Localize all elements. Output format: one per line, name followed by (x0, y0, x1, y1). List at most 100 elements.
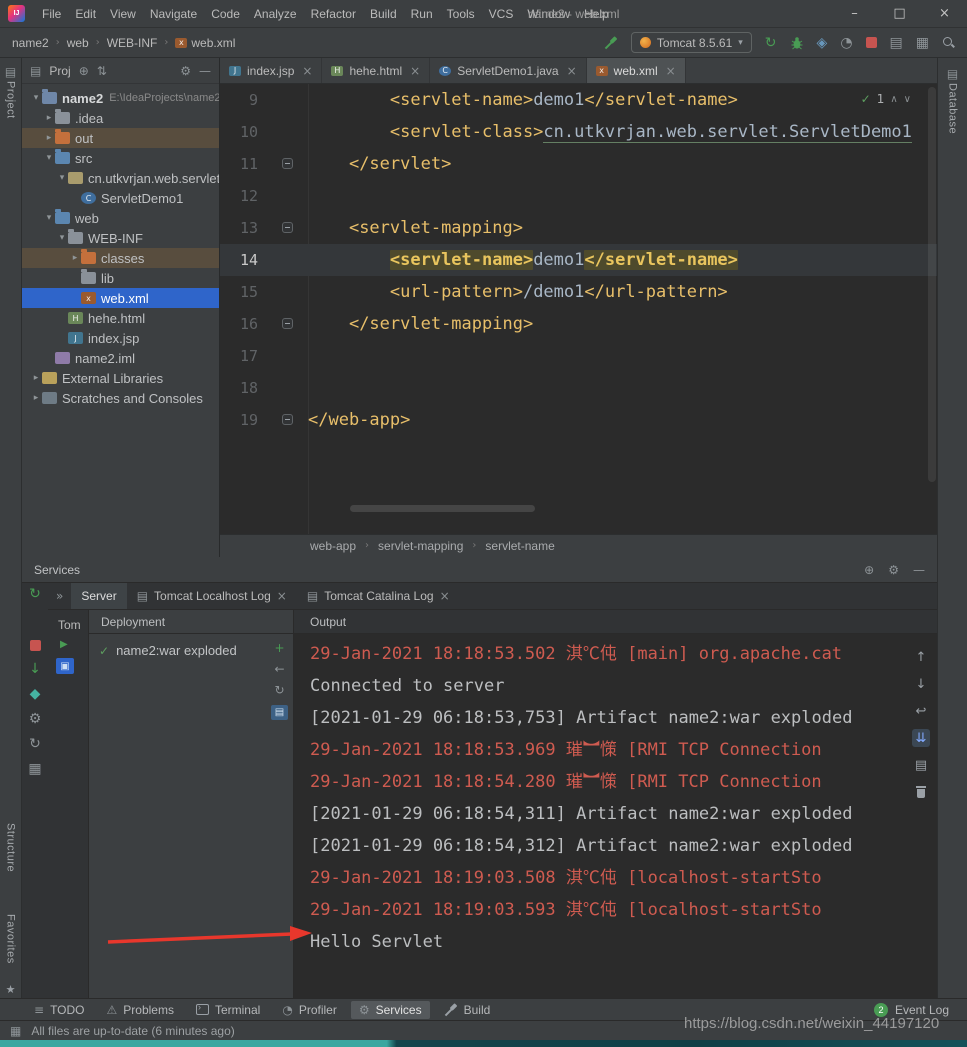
code-line-19[interactable]: 19</web-app> (220, 404, 937, 436)
tree-chevron-icon[interactable]: ▾ (30, 93, 42, 103)
code-line-18[interactable]: 18 (220, 372, 937, 404)
editor-tab-hehe-html[interactable]: hehe.html× (322, 58, 430, 83)
fold-marker-icon[interactable] (282, 222, 293, 233)
tree-chevron-icon[interactable]: ▾ (56, 173, 68, 183)
breadcrumb-item-name2[interactable]: name2 (12, 36, 49, 50)
code-line-11[interactable]: 11 </servlet> (220, 148, 937, 180)
code-line-17[interactable]: 17 (220, 340, 937, 372)
gear-icon[interactable]: ⚙ (888, 564, 899, 576)
services-tab-tomcat-catalina-log[interactable]: ▤Tomcat Catalina Log× (297, 583, 460, 609)
group-by-icon[interactable]: ▦ (28, 762, 41, 776)
selected-deployment-node[interactable]: ▣ (56, 658, 74, 674)
code-line-9[interactable]: 9 <servlet-name>demo1</servlet-name> (220, 84, 937, 116)
tree-item-src[interactable]: ▾src (22, 148, 219, 168)
tree-item-idea[interactable]: ▸.idea (22, 108, 219, 128)
menu-analyze[interactable]: Analyze (247, 4, 304, 24)
toolwindow-button-terminal[interactable]: Terminal (188, 1001, 268, 1019)
undeploy-icon[interactable]: ← (274, 663, 284, 675)
tree-item-scratches-and-consoles[interactable]: ▸Scratches and Consoles (22, 388, 219, 408)
close-tab-icon[interactable]: × (410, 64, 420, 78)
editor-tab-web-xml[interactable]: web.xml× (587, 58, 686, 83)
tree-item-name2[interactable]: ▾name2E:\IdeaProjects\name2 (22, 88, 219, 108)
tree-item-hehe-html[interactable]: hehe.html (22, 308, 219, 328)
debug-button[interactable] (790, 36, 804, 50)
prev-issue-icon[interactable]: ∧ (890, 94, 897, 105)
code-line-12[interactable]: 12 (220, 180, 937, 212)
gear-icon[interactable]: ⚙ (180, 65, 191, 77)
close-button[interactable]: × (922, 0, 967, 28)
tree-item-cn-utkvrjan-web-servlet[interactable]: ▾cn.utkvrjan.web.servlet (22, 168, 219, 188)
toolwindow-button-problems[interactable]: ⚠Problems (99, 1001, 182, 1019)
code-line-13[interactable]: 13 <servlet-mapping> (220, 212, 937, 244)
menu-view[interactable]: View (103, 4, 143, 24)
soft-wrap-icon[interactable]: ↩ (912, 702, 930, 720)
vertical-scrollbar[interactable] (928, 87, 936, 482)
console[interactable]: 29-Jan-2021 18:18:53.502 淇℃伅 [main] org.… (294, 634, 937, 998)
toolwindow-button-services[interactable]: ⚙Services (351, 1001, 430, 1019)
menu-code[interactable]: Code (204, 4, 247, 24)
tree-chevron-icon[interactable]: ▾ (43, 153, 55, 163)
editor-breadcrumb-servlet-mapping[interactable]: servlet-mapping (378, 539, 463, 553)
deploy-icon[interactable]: ↓ (29, 662, 41, 676)
toolwindow-toggle-icon[interactable]: ▦ (10, 1025, 21, 1037)
tree-item-out[interactable]: ▸out (22, 128, 219, 148)
editor[interactable]: 9 <servlet-name>demo1</servlet-name>10 <… (220, 84, 937, 534)
build-hammer-icon[interactable] (604, 36, 618, 50)
services-tab-server[interactable]: Server (71, 583, 126, 609)
code-line-16[interactable]: 16 </servlet-mapping> (220, 308, 937, 340)
code-line-14[interactable]: 14 <servlet-name>demo1</servlet-name> (220, 244, 937, 276)
locate-file-icon[interactable]: ⊕ (79, 65, 89, 77)
tool-tab-favorites[interactable]: Favorites (0, 914, 21, 964)
close-tab-icon[interactable]: × (277, 589, 287, 603)
fold-marker-icon[interactable] (282, 158, 293, 169)
collapse-all-icon[interactable]: ⇅ (97, 65, 107, 77)
menu-tools[interactable]: Tools (440, 4, 482, 24)
minimize-button[interactable]: – (832, 0, 877, 28)
breadcrumb-item-web-xml[interactable]: web.xml (175, 36, 235, 50)
tool-tab-project[interactable]: ▤ Project (0, 66, 21, 119)
tree-chevron-icon[interactable]: ▾ (43, 213, 55, 223)
tool-windows-button[interactable]: ▤ (890, 36, 903, 50)
layout-button[interactable]: ▦ (916, 36, 929, 50)
maximize-button[interactable]: □ (877, 0, 922, 28)
tree-chevron-icon[interactable]: ▸ (69, 253, 81, 263)
breadcrumb-item-web[interactable]: web (67, 36, 89, 50)
tree-item-web[interactable]: ▾web (22, 208, 219, 228)
float-mode-icon[interactable]: ⊕ (864, 564, 874, 576)
fold-marker-icon[interactable] (282, 414, 293, 425)
favorites-star-icon[interactable]: ★ (0, 983, 21, 996)
wrench-icon[interactable]: ⚙ (29, 712, 42, 726)
scroll-to-end-icon[interactable]: ⇊ (912, 729, 930, 747)
rerun-server-button[interactable]: ↻ (765, 36, 777, 50)
toolwindow-button-todo[interactable]: ≡TODO (26, 1001, 93, 1019)
hide-panel-icon[interactable]: — (199, 65, 211, 77)
editor-breadcrumb-web-app[interactable]: web-app (310, 539, 356, 553)
deployment-item[interactable]: ✓ name2:war exploded (89, 634, 293, 658)
services-tab-tomcat-localhost-log[interactable]: ▤Tomcat Localhost Log× (127, 583, 297, 609)
editor-tab-index-jsp[interactable]: index.jsp× (220, 58, 322, 83)
redeploy-icon[interactable]: ↻ (274, 684, 284, 696)
tool-tab-structure[interactable]: Structure (0, 823, 21, 872)
tree-item-lib[interactable]: lib (22, 268, 219, 288)
tree-chevron-icon[interactable]: ▾ (56, 233, 68, 243)
close-tab-icon[interactable]: × (302, 64, 312, 78)
clear-console-icon[interactable] (912, 783, 930, 801)
close-tab-icon[interactable]: × (666, 64, 676, 78)
tree-item-index-jsp[interactable]: index.jsp (22, 328, 219, 348)
profiler-button[interactable]: ◔ (840, 36, 852, 50)
menu-build[interactable]: Build (363, 4, 404, 24)
code-line-15[interactable]: 15 <url-pattern>/demo1</url-pattern> (220, 276, 937, 308)
deployment-settings-icon[interactable]: ▤ (271, 705, 288, 720)
rerun-services-icon[interactable]: ↻ (29, 587, 41, 601)
print-icon[interactable]: ▤ (912, 756, 930, 774)
running-server-icon[interactable]: ▶ (60, 640, 68, 650)
menu-refactor[interactable]: Refactor (304, 4, 363, 24)
menu-file[interactable]: File (35, 4, 68, 24)
menu-navigate[interactable]: Navigate (143, 4, 204, 24)
stop-icon[interactable] (30, 640, 41, 651)
code-line-10[interactable]: 10 <servlet-class>cn.utkvrjan.web.servle… (220, 116, 937, 148)
tool-tab-database[interactable]: ▤ Database (938, 68, 967, 134)
tree-item-name2-iml[interactable]: name2.iml (22, 348, 219, 368)
search-everywhere-icon[interactable] (942, 36, 955, 49)
scroll-up-icon[interactable]: ↑ (912, 648, 930, 666)
